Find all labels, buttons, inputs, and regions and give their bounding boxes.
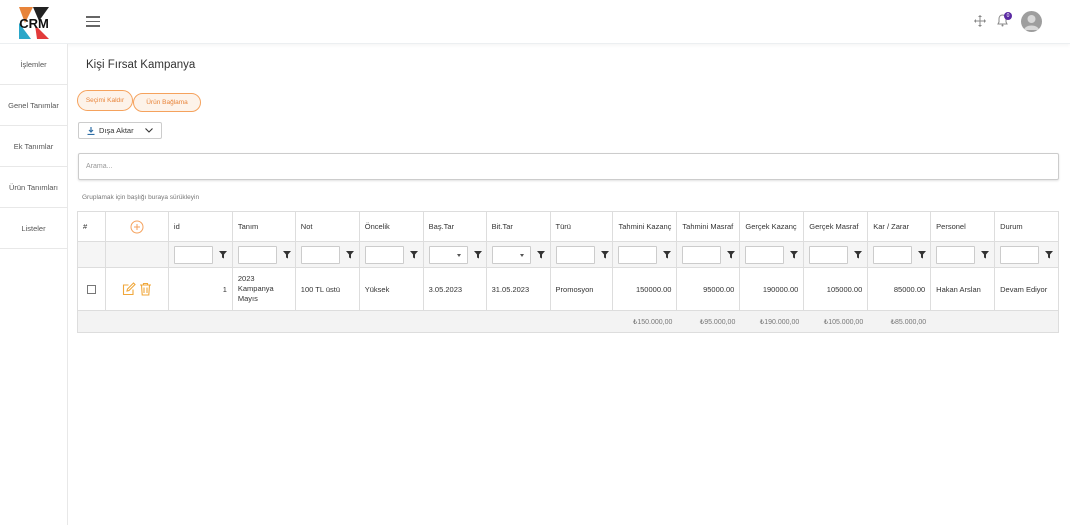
cell-tahmini-kazanc: 150000.00 [613, 268, 678, 310]
filter-input-gercek-masraf[interactable] [809, 245, 849, 264]
filter-input-tanim[interactable] [237, 245, 277, 264]
funnel-icon[interactable] [981, 250, 990, 259]
filter-input-tahmini-masraf[interactable] [682, 245, 722, 264]
search-input[interactable]: Arama... [78, 153, 1059, 180]
filter-input-durum[interactable] [1000, 245, 1040, 264]
cell-tahmini-masraf: 95000.00 [677, 268, 741, 310]
column-header-tahmini-masraf[interactable]: Tahmini Masraf [677, 212, 741, 241]
cell-kar-zarar: 85000.00 [868, 268, 932, 310]
data-grid: # id Tanım Not Öncelik Baş.Tar Bit.Tar T… [77, 211, 1059, 333]
column-header-kar-zarar[interactable]: Kar / Zarar [868, 212, 932, 241]
filter-date-bas-tar[interactable] [428, 245, 468, 264]
crm-logo[interactable]: CRM [17, 5, 51, 39]
total-gercek-kazanc: ₺190.000,00 [759, 318, 800, 326]
funnel-icon[interactable] [282, 250, 291, 259]
funnel-icon[interactable] [1045, 250, 1054, 259]
product-link-button[interactable]: Ürün Bağlama [133, 93, 201, 112]
total-tahmini-masraf: ₺95.000,00 [699, 318, 736, 326]
column-header-tahmini-kazanc[interactable]: Tahmini Kazanç [613, 212, 678, 241]
cell-gercek-kazanc: 190000.00 [740, 268, 805, 310]
funnel-icon[interactable] [918, 250, 927, 259]
cell-bit-tar: 31.05.2023 [487, 268, 551, 310]
column-header-not[interactable]: Not [296, 212, 360, 241]
funnel-icon[interactable] [218, 250, 227, 259]
funnel-icon[interactable] [790, 250, 799, 259]
filter-input-oncelik[interactable] [364, 245, 404, 264]
add-row-button[interactable] [106, 212, 169, 241]
sidebar: İşlemler Genel Tanımlar Ek Tanımlar Ürün… [0, 44, 68, 525]
column-header-durum[interactable]: Durum [995, 212, 1058, 241]
funnel-icon[interactable] [600, 250, 609, 259]
column-header-index: # [78, 212, 106, 241]
avatar[interactable] [1021, 11, 1042, 32]
filter-input-turu[interactable] [555, 245, 595, 264]
column-header-bas-tar[interactable]: Baş.Tar [424, 212, 487, 241]
export-label: Dışa Aktar [99, 126, 134, 135]
sidebar-item-ek-tanimlar[interactable]: Ek Tanımlar [0, 126, 67, 167]
column-header-bit-tar[interactable]: Bit.Tar [487, 212, 551, 241]
sidebar-item-genel-tanimlar[interactable]: Genel Tanımlar [0, 85, 67, 126]
filter-input-not[interactable] [300, 245, 340, 264]
plus-circle-icon [130, 220, 144, 233]
filter-input-id[interactable] [173, 245, 213, 264]
clear-selection-button[interactable]: Seçimi Kaldır [77, 90, 133, 111]
top-bar: CRM 0 [0, 0, 1070, 44]
export-button[interactable]: Dışa Aktar [78, 122, 162, 139]
column-header-turu[interactable]: Türü [551, 212, 614, 241]
cell-gercek-masraf: 105000.00 [804, 268, 869, 310]
column-header-tanim[interactable]: Tanım [233, 212, 296, 241]
total-tahmini-kazanc: ₺150.000,00 [632, 318, 673, 326]
notification-badge: 0 [1004, 12, 1012, 20]
cell-id: 1 [169, 268, 233, 310]
sidebar-item-islemler[interactable]: İşlemler [0, 44, 67, 85]
funnel-icon[interactable] [345, 250, 354, 259]
search-placeholder: Arama... [86, 163, 113, 170]
grid-filter-row [78, 242, 1058, 268]
column-header-gercek-kazanc[interactable]: Gerçek Kazanç [740, 212, 805, 241]
grid-header-row: # id Tanım Not Öncelik Baş.Tar Bit.Tar T… [78, 212, 1058, 242]
cell-turu: Promosyon [551, 268, 614, 310]
page-title: Kişi Fırsat Kampanya [86, 59, 196, 71]
funnel-icon[interactable] [409, 250, 418, 259]
filter-input-personel[interactable] [936, 245, 976, 264]
cell-bas-tar: 3.05.2023 [424, 268, 487, 310]
cell-not: 100 TL üstü [296, 268, 360, 310]
cell-durum: Devam Ediyor [1000, 284, 1048, 294]
funnel-icon[interactable] [473, 250, 482, 259]
sidebar-item-urun-tanimlari[interactable]: Ürün Tanımları [0, 167, 67, 208]
download-icon [87, 126, 95, 135]
column-header-id[interactable]: id [169, 212, 233, 241]
edit-icon[interactable] [122, 282, 136, 296]
funnel-icon[interactable] [854, 250, 863, 259]
filter-date-bit-tar[interactable] [491, 245, 531, 264]
chevron-down-icon [145, 128, 153, 133]
funnel-icon[interactable] [663, 250, 672, 259]
column-header-oncelik[interactable]: Öncelik [360, 212, 424, 241]
filter-input-gercek-kazanc[interactable] [745, 245, 785, 264]
table-row[interactable]: 1 2023 Kampanya Mayıs 100 TL üstü Yüksek… [78, 268, 1058, 311]
move-icon[interactable] [974, 14, 986, 32]
column-header-personel[interactable]: Personel [931, 212, 996, 241]
funnel-icon[interactable] [727, 250, 736, 259]
column-header-gercek-masraf[interactable]: Gerçek Masraf [804, 212, 869, 241]
hamburger-icon[interactable] [86, 16, 100, 28]
svg-text:CRM: CRM [19, 16, 49, 31]
filter-input-tahmini-kazanc[interactable] [618, 245, 658, 264]
cell-personel: Hakan Arslan [931, 268, 996, 310]
filter-input-kar-zarar[interactable] [873, 245, 913, 264]
grid-totals-row: ₺150.000,00 ₺95.000,00 ₺190.000,00 ₺105.… [78, 311, 1058, 332]
total-gercek-masraf: ₺105.000,00 [823, 318, 864, 326]
sidebar-item-listeler[interactable]: Listeler [0, 208, 67, 249]
group-panel-hint: Gruplamak için başlığı buraya sürükleyin [82, 194, 200, 201]
cell-oncelik: Yüksek [360, 268, 424, 310]
cell-tanim: 2023 Kampanya Mayıs [233, 268, 296, 310]
total-kar-zarar: ₺85.000,00 [890, 318, 927, 326]
funnel-icon[interactable] [536, 250, 545, 259]
row-checkbox[interactable] [86, 284, 96, 294]
trash-icon[interactable] [139, 282, 152, 296]
